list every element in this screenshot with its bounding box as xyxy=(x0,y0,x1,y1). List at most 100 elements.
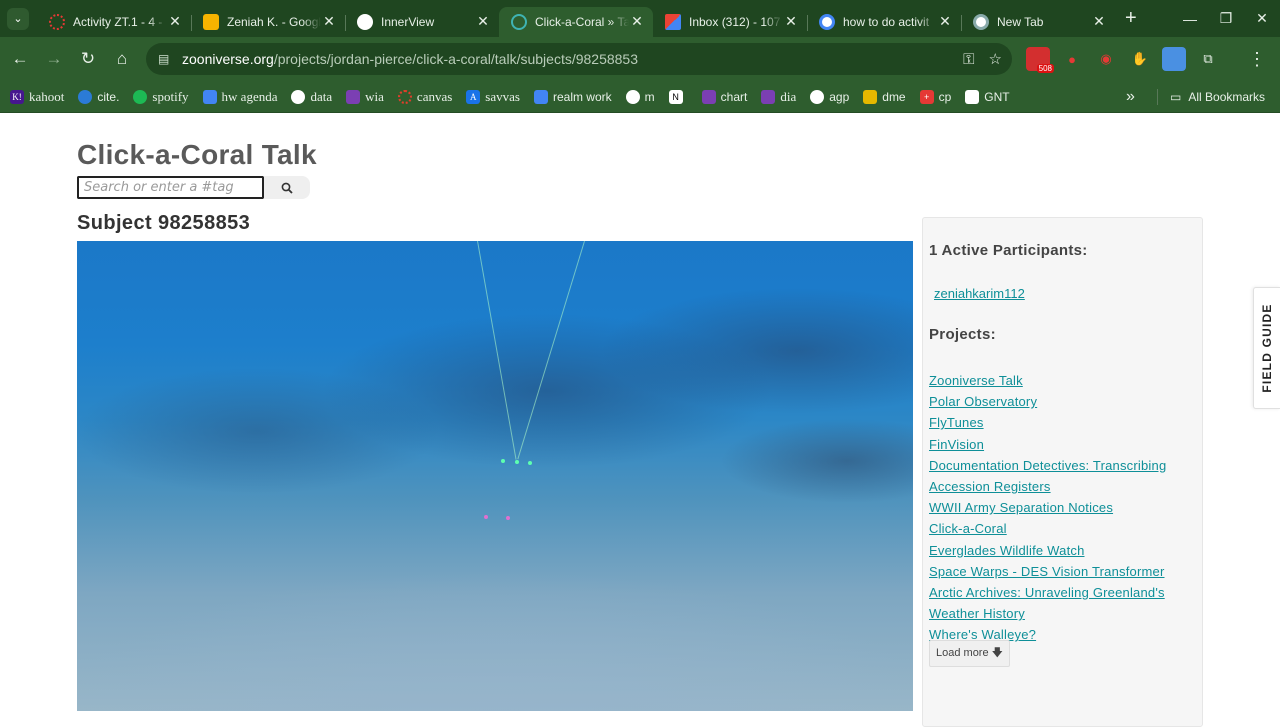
bookmark-label: canvas xyxy=(416,88,453,104)
search-input[interactable] xyxy=(77,176,264,199)
minimize-icon[interactable]: — xyxy=(1172,11,1208,27)
shield-icon xyxy=(761,89,776,104)
bookmark-item[interactable]: N xyxy=(668,89,688,104)
bookmark-label: data xyxy=(310,88,333,104)
tab-innerview[interactable]: InnerView ✕ xyxy=(345,7,499,37)
extensions-puzzle-icon[interactable]: ⧉ xyxy=(1196,47,1220,71)
menu-dots-icon[interactable]: ⋮ xyxy=(1248,37,1266,81)
new-tab-button[interactable]: + xyxy=(1125,7,1137,30)
bookmarks-overflow-icon[interactable]: » xyxy=(1126,81,1135,113)
address-bar[interactable]: ▤ zooniverse.org/projects/jordan-pierce/… xyxy=(146,43,1012,75)
all-bookmarks-button[interactable]: ▭ All Bookmarks xyxy=(1170,81,1265,113)
bookmark-item[interactable]: wia xyxy=(346,89,384,105)
bookmark-item[interactable]: dme xyxy=(863,89,906,104)
project-link[interactable]: WWII Army Separation Notices xyxy=(929,497,1197,518)
extension-badge-count: 508 xyxy=(1036,64,1054,73)
bookmark-item[interactable]: K! kahoot xyxy=(10,89,64,105)
dme-icon xyxy=(863,89,878,104)
project-link[interactable]: Polar Observatory xyxy=(929,391,1197,412)
innerview-favicon-icon xyxy=(357,13,373,30)
close-icon[interactable]: ✕ xyxy=(937,13,953,30)
tab-activity[interactable]: Activity ZT.1 - 4 - ✕ xyxy=(37,7,191,37)
bookmark-label: kahoot xyxy=(29,88,65,104)
bookmark-star-icon[interactable]: ☆ xyxy=(989,50,1002,68)
laser-dot xyxy=(528,461,532,465)
project-link[interactable]: Arctic Archives: Unraveling Greenland's xyxy=(929,582,1197,603)
close-window-icon[interactable]: ✕ xyxy=(1244,10,1280,27)
password-key-icon[interactable]: ⚿ xyxy=(963,51,974,68)
bookmark-label: spotify xyxy=(152,88,189,104)
bookmark-item[interactable]: data xyxy=(291,89,332,105)
tab-click-a-coral[interactable]: Click-a-Coral » Ta ✕ xyxy=(499,6,653,37)
bookmark-item[interactable]: chart xyxy=(701,89,747,104)
close-icon[interactable]: ✕ xyxy=(167,13,183,30)
tab-new-tab[interactable]: New Tab ✕ xyxy=(961,7,1115,37)
load-more-label: Load more xyxy=(936,647,989,659)
site-info-icon[interactable]: ▤ xyxy=(158,52,174,66)
project-link[interactable]: Accession Registers xyxy=(929,476,1197,497)
bookmark-item[interactable]: agp xyxy=(810,89,849,104)
bookmark-item[interactable]: canvas xyxy=(397,88,453,105)
bookmark-item[interactable]: dia xyxy=(761,89,796,105)
slides-favicon-icon xyxy=(203,13,219,30)
extension-blue-icon[interactable] xyxy=(1162,47,1186,71)
project-link[interactable]: Click-a-Coral xyxy=(929,518,1197,539)
gmail-favicon-icon xyxy=(665,13,681,30)
tab-google-slides[interactable]: Zeniah K. - Google ✕ xyxy=(191,7,345,37)
bookmark-item[interactable]: spotify xyxy=(133,88,189,105)
extension-badge-icon[interactable]: 508 xyxy=(1026,47,1054,73)
cp-icon: + xyxy=(919,89,934,104)
project-link[interactable]: Documentation Detectives: Transcribing xyxy=(929,455,1197,476)
restore-icon[interactable]: ❐ xyxy=(1208,10,1244,27)
participant-link[interactable]: zeniahkarim112 xyxy=(934,286,1025,301)
tab-title: Zeniah K. - Google xyxy=(227,14,321,29)
bookmark-item[interactable]: cite. xyxy=(78,89,119,104)
tab-search-button[interactable]: ⌄ xyxy=(7,7,29,30)
search-button[interactable] xyxy=(264,176,310,199)
bookmark-item[interactable]: realm work xyxy=(533,89,612,104)
docs-icon xyxy=(533,89,548,104)
tab-title: Click-a-Coral » Ta xyxy=(535,14,629,29)
close-icon[interactable]: ✕ xyxy=(629,13,645,30)
project-link[interactable]: Everglades Wildlife Watch xyxy=(929,540,1197,561)
laser-line xyxy=(477,241,517,460)
arrow-down-icon: 🡇 xyxy=(991,647,1003,659)
close-icon[interactable]: ✕ xyxy=(783,13,799,30)
spotify-icon xyxy=(133,89,148,104)
globe-icon xyxy=(810,89,825,104)
close-icon[interactable]: ✕ xyxy=(475,13,491,30)
project-link[interactable]: Space Warps - DES Vision Transformer xyxy=(929,561,1197,582)
tab-title: Inbox (312) - 107 xyxy=(689,14,781,29)
bookmark-label: savvas xyxy=(485,88,520,104)
bookmark-item[interactable]: hw agenda xyxy=(202,89,277,105)
bookmark-item[interactable]: Asavvas xyxy=(466,89,520,105)
cite-icon xyxy=(78,89,93,104)
google-favicon-icon xyxy=(819,13,835,30)
all-bookmarks-label: All Bookmarks xyxy=(1188,90,1266,104)
project-link[interactable]: Weather History xyxy=(929,603,1197,624)
reload-icon[interactable]: ↻ xyxy=(71,49,105,69)
subject-image[interactable] xyxy=(77,241,913,711)
bookmark-item[interactable]: GNT xyxy=(965,89,1010,104)
project-link[interactable]: Zooniverse Talk xyxy=(929,370,1197,391)
docs-icon xyxy=(202,89,217,104)
tab-strip: ⌄ Activity ZT.1 - 4 - ✕ Zeniah K. - Goog… xyxy=(0,0,1280,37)
back-icon[interactable]: ← xyxy=(3,49,37,69)
extension-red-icon[interactable]: ● xyxy=(1060,47,1084,71)
close-icon[interactable]: ✕ xyxy=(321,13,337,30)
field-guide-tab[interactable]: FIELD GUIDE xyxy=(1253,287,1280,409)
extension-thumb-icon[interactable]: ✋ xyxy=(1128,47,1152,71)
bookmark-label: dme xyxy=(882,89,906,104)
project-link[interactable]: FinVision xyxy=(929,434,1197,455)
bookmark-item[interactable]: + cp xyxy=(919,89,951,104)
extension-record-icon[interactable]: ◉ xyxy=(1094,47,1118,71)
talk-search xyxy=(77,176,310,199)
home-icon[interactable]: ⌂ xyxy=(105,49,139,69)
close-icon[interactable]: ✕ xyxy=(1091,13,1107,30)
tab-gmail[interactable]: Inbox (312) - 107 ✕ xyxy=(653,7,807,37)
load-more-button[interactable]: Load more 🡇 xyxy=(929,640,1010,667)
project-link[interactable]: FlyTunes xyxy=(929,412,1197,433)
tab-google-search[interactable]: how to do activit ✕ xyxy=(807,7,961,37)
forward-icon[interactable]: → xyxy=(37,49,71,69)
bookmark-item[interactable]: m xyxy=(625,89,655,104)
